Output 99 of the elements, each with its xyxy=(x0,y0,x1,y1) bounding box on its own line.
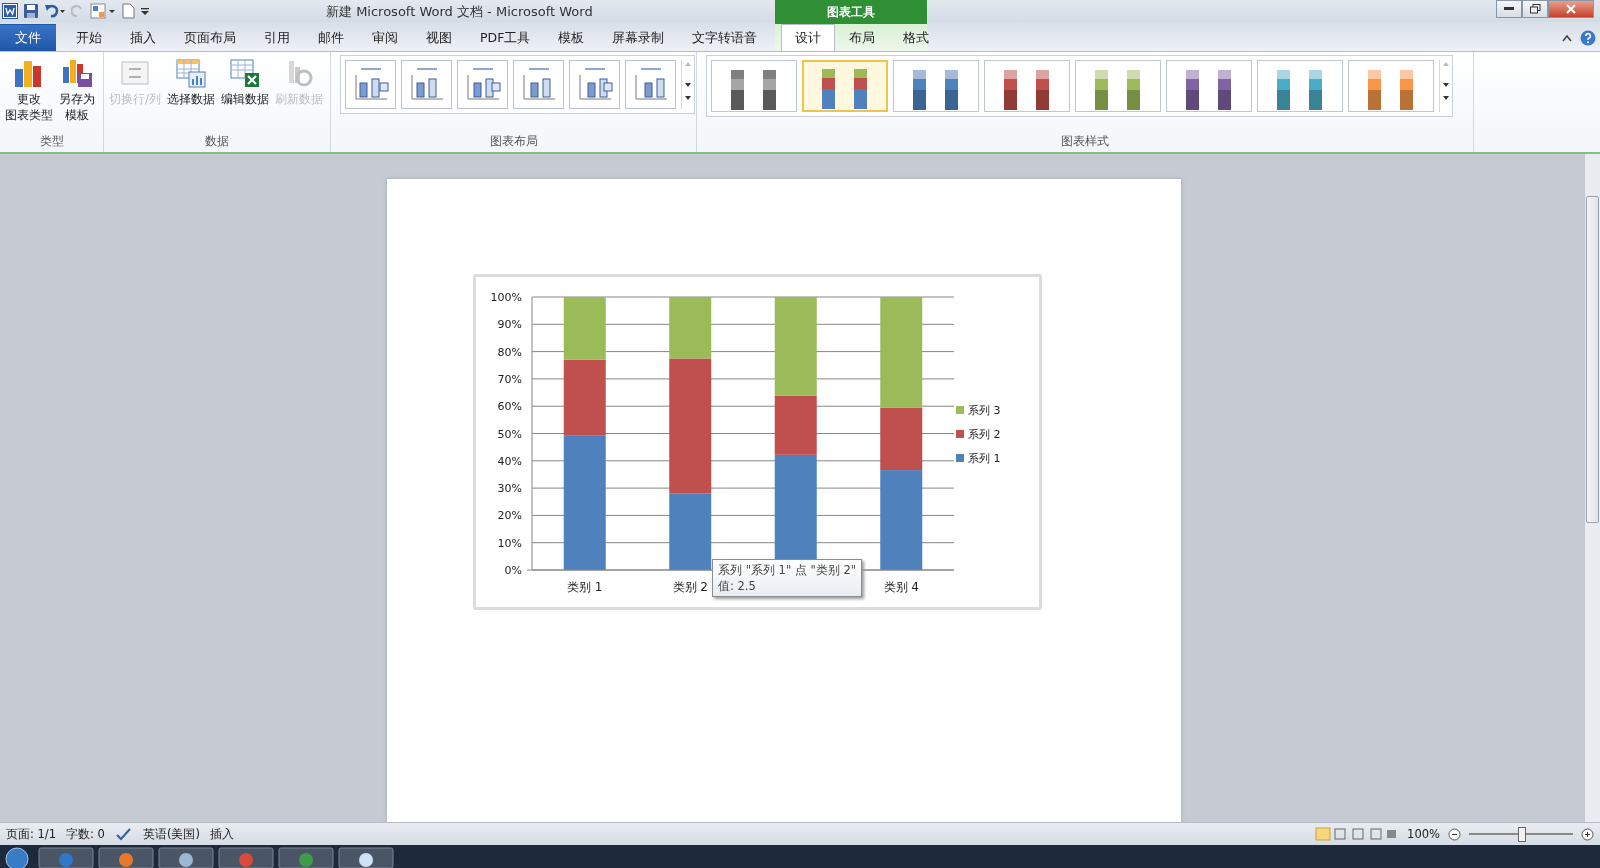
chart-style-option[interactable] xyxy=(802,60,888,112)
ribbon-button[interactable]: 选择数据 xyxy=(165,55,218,110)
bar-segment[interactable] xyxy=(774,395,817,455)
y-tick-label: 40% xyxy=(497,454,522,468)
legend-label: 系列 1 xyxy=(968,452,1001,465)
gallery-scrollbar[interactable] xyxy=(681,60,694,109)
layout-option[interactable] xyxy=(513,60,564,109)
collapse-ribbon-icon[interactable] xyxy=(1562,33,1572,42)
ribbon-tab[interactable]: 引用 xyxy=(250,24,304,51)
chart-style-option[interactable] xyxy=(984,60,1070,112)
group-label: 类型 xyxy=(38,134,65,150)
taskbar-app-icon[interactable] xyxy=(338,846,394,868)
ribbon-tab[interactable]: 布局 xyxy=(835,24,890,51)
ribbon-tab[interactable]: 插入 xyxy=(116,24,170,51)
layout-option[interactable] xyxy=(569,60,620,109)
chart-style-option[interactable] xyxy=(1166,60,1252,112)
taskbar-app-icon[interactable] xyxy=(98,846,154,868)
ribbon-tab[interactable]: 屏幕录制 xyxy=(598,24,679,51)
minimize-button[interactable] xyxy=(1496,0,1522,18)
y-tick-label: 10% xyxy=(497,536,522,550)
ribbon-tab[interactable]: 设计 xyxy=(781,24,836,51)
ribbon-tab[interactable]: 视图 xyxy=(412,24,466,51)
gallery-scroll-icon xyxy=(1442,60,1450,100)
legend-label: 系列 3 xyxy=(968,404,1001,417)
bar-segment[interactable] xyxy=(669,358,712,494)
ribbon-tab[interactable]: 审阅 xyxy=(358,24,412,51)
group-label: 数据 xyxy=(204,134,230,150)
chart-style-option[interactable] xyxy=(1348,60,1434,112)
help-icon[interactable] xyxy=(1580,29,1596,46)
ribbon-tab[interactable]: 模板 xyxy=(544,24,599,51)
ribbon-tab[interactable]: 格式 xyxy=(889,24,944,51)
save-icon[interactable] xyxy=(23,3,39,19)
chart-style-option[interactable] xyxy=(1075,60,1161,112)
spreadsheet-icon xyxy=(229,57,262,89)
ribbon-tab[interactable]: 页面布局 xyxy=(170,24,250,51)
minimize-icon xyxy=(1504,7,1514,11)
zoom-slider-thumb[interactable] xyxy=(1518,827,1526,842)
status-text: 页面: 1/1 xyxy=(6,826,57,842)
restore-icon xyxy=(1529,4,1541,14)
group-label: 图表样式 xyxy=(1060,134,1110,150)
zoom-out-icon[interactable] xyxy=(1448,827,1461,841)
close-icon xyxy=(1566,4,1576,14)
status-text: 英语(美国) xyxy=(142,826,200,842)
proofing-icon[interactable] xyxy=(114,827,133,841)
window-title: 新建 Microsoft Word 文档 - Microsoft Word xyxy=(326,3,593,21)
bar-segment[interactable] xyxy=(669,493,712,570)
y-tick-label: 50% xyxy=(497,427,522,441)
ribbon-button[interactable]: 编辑数据 xyxy=(219,55,272,110)
chart-style-option[interactable] xyxy=(1257,60,1343,112)
zoom-in-icon[interactable] xyxy=(1581,827,1594,841)
layout-option[interactable] xyxy=(401,60,452,109)
ribbon-tab[interactable]: 邮件 xyxy=(304,24,358,51)
tooltip-text: 值: 2.5 xyxy=(718,578,757,594)
vertical-scrollbar[interactable] xyxy=(1584,154,1600,822)
status-text: 字数: 0 xyxy=(66,826,105,842)
category-label: 类别 1 xyxy=(567,580,603,594)
tooltip-text: 系列 "系列 1" 点 "类别 2" xyxy=(718,562,857,578)
ribbon-tab[interactable]: PDF工具 xyxy=(466,24,545,51)
y-tick-label: 60% xyxy=(497,400,522,414)
context-group-label: 图表工具 xyxy=(775,0,928,24)
bar-segment[interactable] xyxy=(880,407,923,471)
close-button[interactable] xyxy=(1548,0,1594,18)
chart-style-option[interactable] xyxy=(893,60,979,112)
y-tick-label: 30% xyxy=(497,482,522,496)
zoom-level[interactable]: 100% xyxy=(1407,827,1440,841)
group-label: 图表布局 xyxy=(488,134,539,150)
bar-segment[interactable] xyxy=(563,359,606,436)
y-tick-label: 100% xyxy=(490,291,522,304)
taskbar-app-icon[interactable] xyxy=(158,846,214,868)
ribbon-tab[interactable]: 文件 xyxy=(0,24,56,51)
ribbon-button[interactable]: 另存为 模板 xyxy=(57,55,97,126)
word-logo-icon[interactable] xyxy=(2,3,18,19)
layout-option[interactable] xyxy=(457,60,508,109)
document-icon[interactable] xyxy=(121,3,135,19)
undo-icon[interactable] xyxy=(44,3,66,19)
chart-style-option[interactable] xyxy=(711,60,797,112)
chart-save-icon xyxy=(61,57,93,89)
y-tick-label: 20% xyxy=(497,509,522,523)
category-label: 类别 2 xyxy=(672,580,708,594)
restore-button[interactable] xyxy=(1522,0,1548,18)
y-tick-label: 70% xyxy=(497,372,522,386)
layout-option[interactable] xyxy=(345,60,396,109)
layout-icon[interactable] xyxy=(90,3,116,19)
table-chart-icon xyxy=(175,57,208,89)
bar-segment[interactable] xyxy=(880,470,923,570)
gallery-scrollbar[interactable] xyxy=(1439,60,1452,112)
category-label: 类别 4 xyxy=(883,580,919,594)
ribbon-tab[interactable]: 文字转语音 xyxy=(678,24,772,51)
ribbon-tab[interactable]: 开始 xyxy=(62,24,116,51)
gallery-scroll-icon xyxy=(684,60,692,100)
status-text: 插入 xyxy=(209,826,234,842)
y-tick-label: 0% xyxy=(504,564,522,577)
ribbon-button[interactable]: 更改 图表类型 xyxy=(3,55,55,126)
y-tick-label: 80% xyxy=(497,345,522,359)
y-tick-label: 90% xyxy=(497,318,522,332)
layout-option[interactable] xyxy=(625,60,676,109)
bar-segment[interactable] xyxy=(563,435,606,570)
legend-label: 系列 2 xyxy=(968,428,1001,441)
chart-frame[interactable]: 0% 10% 20% 30% 40% 50% 60% 70% 80% 90% 100% 类别 1 类别 2 类别 4 系列 3 系列 2 系列 1 系列 "系列 1" 点 "类别 2" 值: 2.5 xyxy=(473,274,1042,610)
